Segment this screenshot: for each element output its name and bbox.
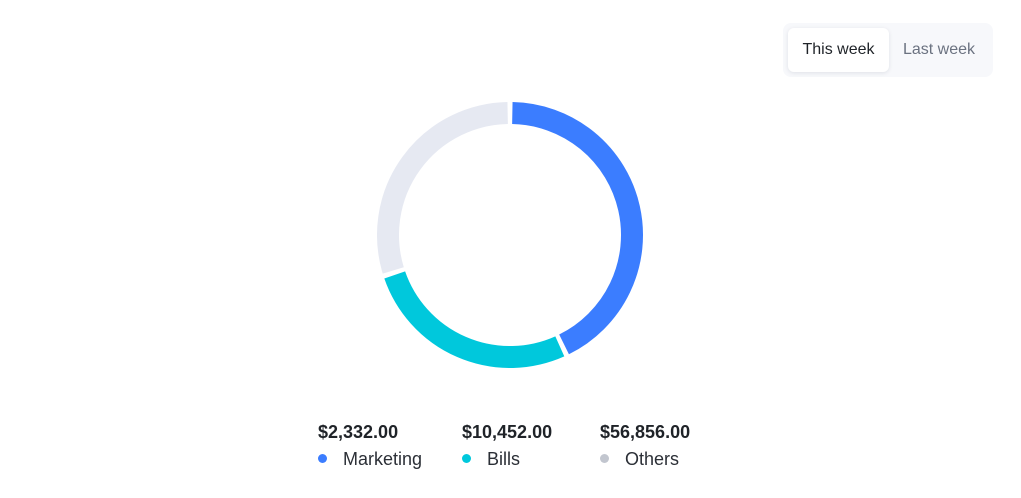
donut-slice-bills [384,271,565,368]
legend-value-marketing: $2,332.00 [318,422,399,442]
tab-last-week[interactable]: Last week [893,28,985,72]
legend-item-bills: $10,452.00 Bills [462,420,552,471]
legend-item-marketing: $2,332.00 Marketing [318,420,422,471]
legend-label-bills: Bills [487,449,521,469]
legend-label-marketing: Marketing [343,449,423,469]
legend-value-bills: $10,452.00 [462,422,553,442]
legend-dot-others [600,454,609,464]
legend-item-others: $56,856.00 Others [600,420,690,471]
donut-chart [377,102,643,368]
donut-slice-marketing [512,102,643,355]
legend-value-others: $56,856.00 [600,422,691,442]
legend-dot-bills [462,454,471,464]
legend-label-others: Others [625,449,680,469]
legend-dot-marketing [318,454,327,464]
period-toggle: This week Last week [783,23,993,77]
tab-this-week[interactable]: This week [788,28,889,72]
donut-slice-others [377,102,509,274]
